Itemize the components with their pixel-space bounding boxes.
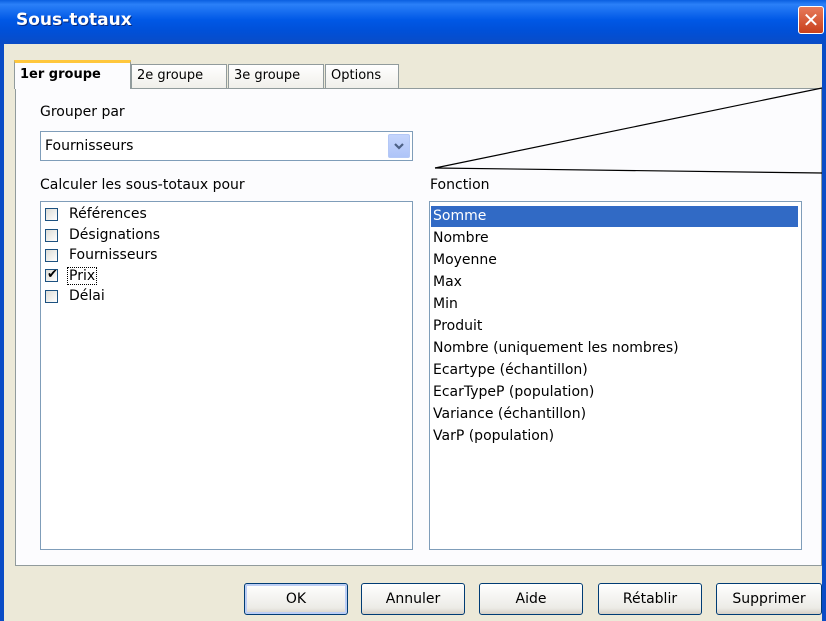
reset-button[interactable]: Rétablir: [598, 583, 702, 615]
checkmark-icon: ✔: [47, 267, 58, 282]
function-item-ecartypep[interactable]: EcarTypeP (population): [431, 382, 798, 403]
cancel-button[interactable]: Annuler: [361, 583, 465, 615]
function-item-produit[interactable]: Produit: [431, 316, 798, 337]
close-icon: ✕: [802, 8, 820, 32]
function-item-nombre-nombres[interactable]: Nombre (uniquement les nombres): [431, 338, 798, 359]
checkbox-designations[interactable]: [45, 229, 58, 242]
function-item-moyenne[interactable]: Moyenne: [431, 250, 798, 271]
tab-options[interactable]: Options: [325, 64, 399, 88]
field-label: Délai: [69, 288, 105, 304]
checkbox-fournisseurs[interactable]: [45, 249, 58, 262]
checkbox-delai[interactable]: [45, 290, 58, 303]
ok-button[interactable]: OK: [244, 583, 348, 615]
help-button[interactable]: Aide: [479, 583, 583, 615]
field-label: Fournisseurs: [69, 247, 158, 263]
delete-button[interactable]: Supprimer: [716, 583, 822, 615]
group-by-dropdown[interactable]: Fournisseurs: [40, 131, 413, 161]
subtotals-field-list[interactable]: Références Désignations Fournisseurs ✔ P…: [40, 201, 413, 550]
function-item-min[interactable]: Min: [431, 294, 798, 315]
tab-3e-groupe[interactable]: 3e groupe: [228, 64, 324, 88]
title-bar: Sous-totaux ✕: [0, 0, 826, 44]
tab-2e-groupe[interactable]: 2e groupe: [131, 64, 227, 88]
function-item-variance[interactable]: Variance (échantillon): [431, 404, 798, 425]
chevron-down-icon: [394, 143, 404, 150]
function-item-max[interactable]: Max: [431, 272, 798, 293]
group-by-value: Fournisseurs: [45, 138, 134, 154]
function-item-nombre[interactable]: Nombre: [431, 228, 798, 249]
field-label: Références: [69, 206, 147, 222]
dropdown-arrow-button[interactable]: [388, 134, 410, 158]
close-button[interactable]: ✕: [798, 6, 824, 34]
function-item-varp[interactable]: VarP (population): [431, 426, 798, 447]
function-label: Fonction: [430, 177, 490, 193]
window-title: Sous-totaux: [16, 10, 132, 30]
function-item-ecartype[interactable]: Ecartype (échantillon): [431, 360, 798, 381]
field-label: Désignations: [69, 227, 161, 243]
function-item-somme[interactable]: Somme: [431, 206, 798, 227]
window-border-right: [822, 44, 826, 621]
subtotals-label: Calculer les sous-totaux pour: [40, 177, 245, 193]
function-list[interactable]: Somme Nombre Moyenne Max Min Produit Nom…: [429, 201, 802, 550]
checkbox-references[interactable]: [45, 208, 58, 221]
group-by-label: Grouper par: [40, 104, 125, 120]
window-border-left: [0, 44, 4, 621]
tab-1er-groupe[interactable]: 1er groupe: [14, 60, 131, 89]
checkbox-prix[interactable]: ✔: [45, 267, 58, 282]
field-label: Prix: [67, 267, 98, 285]
